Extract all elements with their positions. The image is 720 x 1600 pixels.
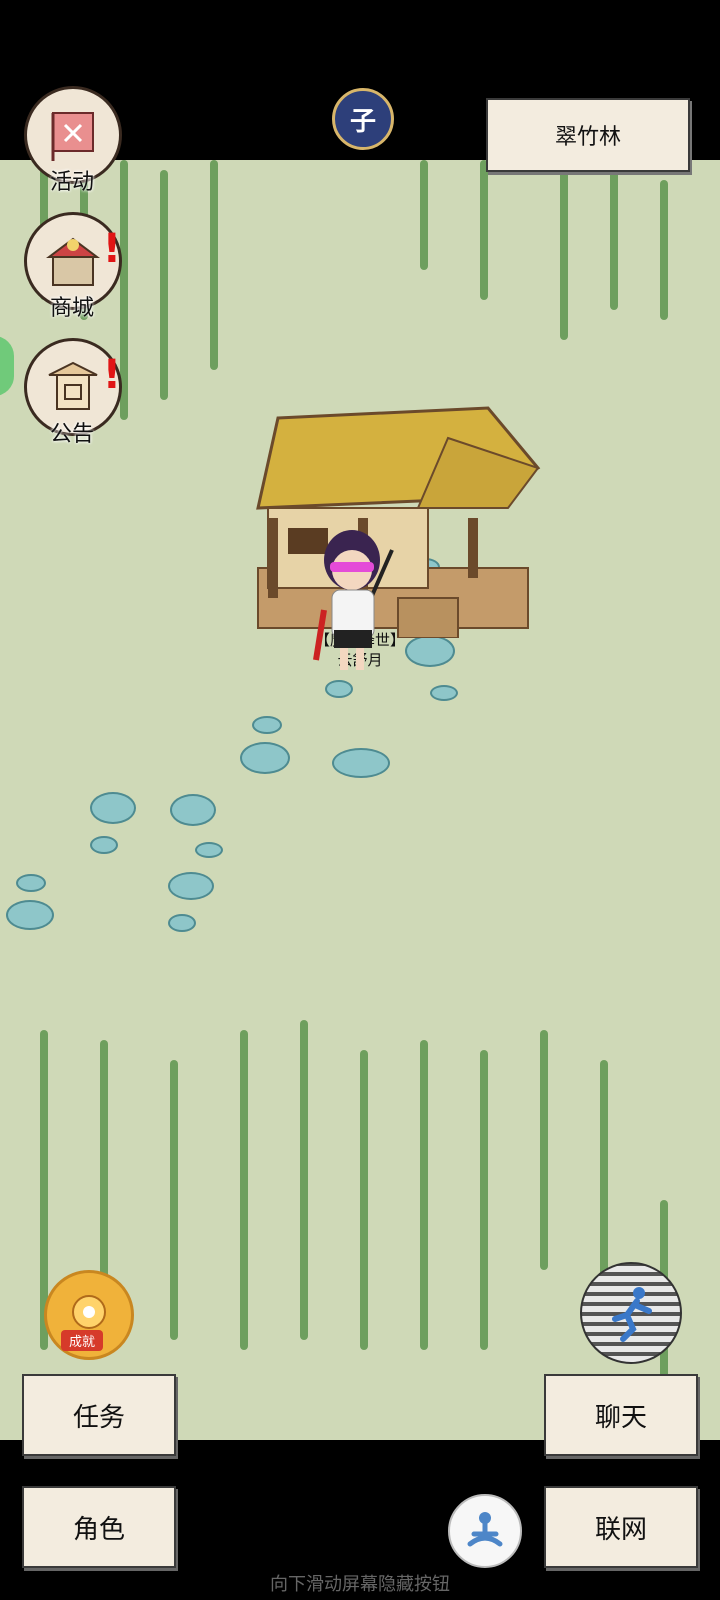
tasks-label: 任务 xyxy=(72,1402,125,1433)
network-label: 联网 xyxy=(594,1514,647,1545)
sprint-button[interactable] xyxy=(580,1262,682,1364)
hide-buttons-hint: 向下滑动屏幕隐藏按钮 xyxy=(270,1574,450,1595)
network-button[interactable]: 联网 xyxy=(544,1486,698,1568)
location-name: 翠竹林 xyxy=(486,98,690,172)
notice-alert-icon: ! xyxy=(102,352,121,398)
menu-shop[interactable]: ! 商城 xyxy=(24,212,122,322)
player-character[interactable] xyxy=(312,520,412,680)
menu-activity[interactable]: 活动 xyxy=(24,86,122,196)
menu-notice[interactable]: ! 公告 xyxy=(24,338,122,448)
menu-label-activity: 活动 xyxy=(49,170,94,195)
shop-alert-icon: ! xyxy=(102,226,121,272)
meditate-button[interactable] xyxy=(448,1494,522,1568)
chat-label: 聊天 xyxy=(594,1402,647,1433)
achievement-label: 成就 xyxy=(61,1330,104,1351)
running-figure-icon xyxy=(612,1287,652,1342)
menu-label-shop: 商城 xyxy=(49,296,94,321)
character-button[interactable]: 角色 xyxy=(22,1486,176,1568)
location-label: 翠竹林 xyxy=(554,125,621,150)
tasks-button[interactable]: 任务 xyxy=(22,1374,176,1456)
time-of-day-badge[interactable]: 子 xyxy=(332,88,394,150)
character-label: 角色 xyxy=(72,1514,125,1545)
menu-label-notice: 公告 xyxy=(49,422,94,447)
chat-button[interactable]: 聊天 xyxy=(544,1374,698,1456)
achievement-button[interactable]: 成就 xyxy=(44,1270,134,1360)
meditation-icon xyxy=(467,1512,503,1547)
time-symbol: 子 xyxy=(349,106,376,137)
